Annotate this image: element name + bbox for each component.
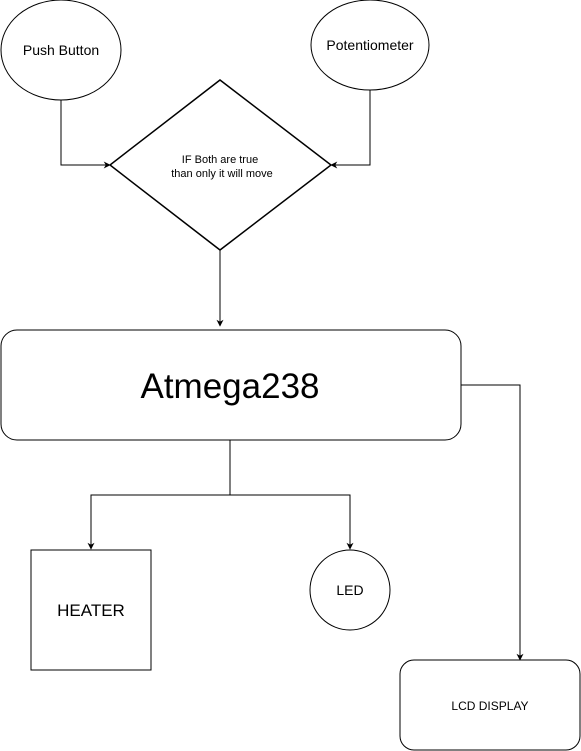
flowchart-canvas: Push Button Potentiometer IF Both are tr…: [0, 0, 581, 751]
mcu-label: Atmega238: [140, 367, 319, 406]
edge-mcu-to-led: [230, 494, 354, 550]
edge-push-button-to-decision: [60, 100, 111, 169]
push-button-node: Push Button: [0, 0, 122, 101]
edge-mcu-to-lcd: [461, 384, 524, 661]
edge-mcu-to-heater: [87, 440, 231, 550]
decision-label-line1: IF Both are true: [182, 154, 258, 166]
led-label: LED: [336, 582, 363, 598]
decision-label-line2: than only it will move: [171, 168, 273, 180]
lcd-label: LCD DISPLAY: [451, 699, 528, 713]
led-node: LED: [309, 549, 391, 631]
decision-node: IF Both are true than only it will move: [108, 79, 333, 251]
lcd-node: LCD DISPLAY: [399, 659, 581, 751]
push-button-label: Push Button: [23, 42, 99, 58]
heater-node: HEATER: [30, 549, 152, 671]
potentiometer-label: Potentiometer: [326, 37, 413, 53]
heater-label: HEATER: [57, 601, 125, 620]
mcu-node: Atmega238: [0, 329, 462, 441]
potentiometer-node: Potentiometer: [310, 0, 430, 91]
edge-potentiometer-to-decision: [330, 90, 371, 169]
